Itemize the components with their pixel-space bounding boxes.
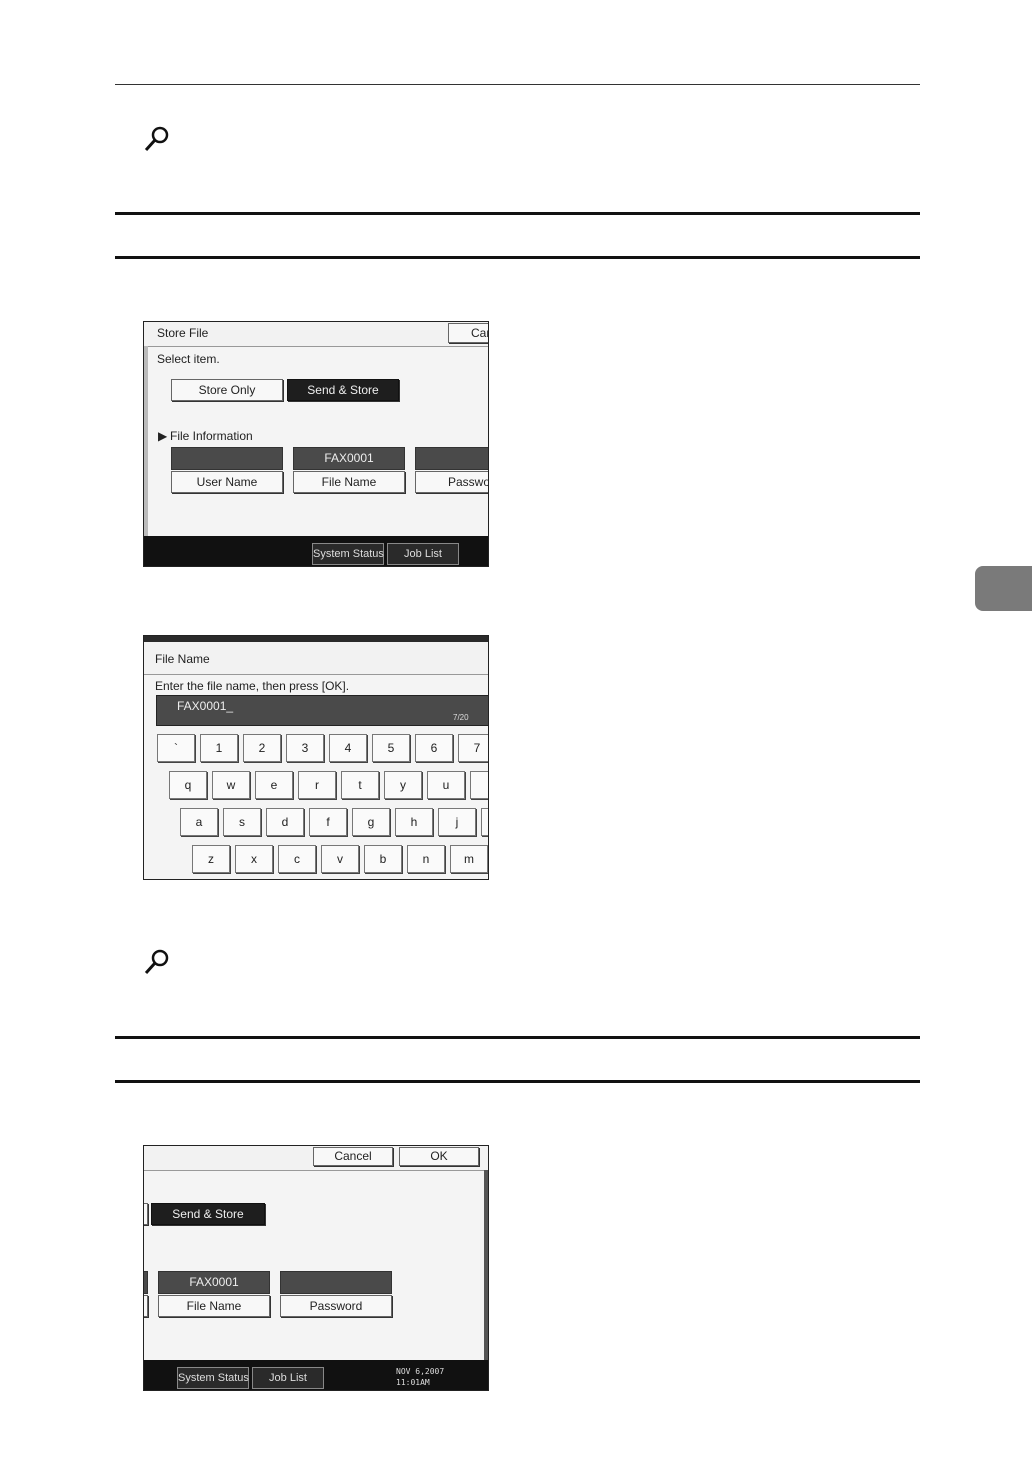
key-a[interactable]: a — [180, 808, 218, 836]
send-store-button[interactable]: Send & Store — [287, 379, 399, 401]
key-6[interactable]: 6 — [415, 734, 453, 762]
section-rule-top — [115, 212, 920, 215]
key-g[interactable]: g — [352, 808, 390, 836]
key-f[interactable]: f — [309, 808, 347, 836]
send-store-button[interactable]: Send & Store — [151, 1203, 265, 1225]
key-z[interactable]: z — [192, 845, 230, 873]
key-v[interactable]: v — [321, 845, 359, 873]
cancel-button[interactable]: Cancel — [313, 1147, 393, 1166]
key-b[interactable]: b — [364, 845, 402, 873]
section-rule-top — [115, 1036, 920, 1039]
enter-file-name-prompt: Enter the file name, then press [OK]. — [155, 679, 350, 693]
section-rule-bottom — [115, 1080, 920, 1083]
key-n[interactable]: n — [407, 845, 445, 873]
store-only-button-edge[interactable] — [144, 1203, 148, 1225]
file-info-marker: ▶ — [158, 429, 168, 443]
file-name-button[interactable]: File Name — [158, 1295, 270, 1317]
key-h[interactable]: h — [395, 808, 433, 836]
key-partial[interactable] — [470, 771, 488, 799]
file-name-keyboard-screenshot: File Name Enter the file name, then pres… — [143, 635, 489, 880]
key-partial[interactable] — [481, 808, 488, 836]
key-w[interactable]: w — [212, 771, 250, 799]
key-e[interactable]: e — [255, 771, 293, 799]
key-3[interactable]: 3 — [286, 734, 324, 762]
user-name-button-edge[interactable] — [144, 1295, 148, 1317]
panel-frame-right — [484, 1170, 488, 1360]
key-j[interactable]: j — [438, 808, 476, 836]
screen-title: Store File — [157, 326, 209, 340]
job-list-button[interactable]: Job List — [387, 543, 459, 565]
date-text: NOV 6,2007 — [396, 1367, 445, 1376]
date-time-display: NOV 6,2007 11:01AM — [396, 1366, 444, 1388]
key-5[interactable]: 5 — [372, 734, 410, 762]
store-file-screenshot: Store File Can Select item. Store Only S… — [143, 321, 489, 567]
key-x[interactable]: x — [235, 845, 273, 873]
key-c[interactable]: c — [278, 845, 316, 873]
system-status-button[interactable]: System Status — [312, 543, 384, 565]
key-m[interactable]: m — [450, 845, 488, 873]
key-7[interactable]: 7 — [458, 734, 488, 762]
magnifier-icon — [144, 949, 169, 975]
file-name-field[interactable]: FAX0001 — [293, 447, 405, 470]
chapter-tab — [975, 566, 1032, 611]
ok-button[interactable]: OK — [399, 1147, 479, 1166]
cancel-button[interactable]: Can — [448, 323, 488, 343]
screen-title: File Name — [155, 652, 210, 666]
store-only-button[interactable]: Store Only — [171, 379, 283, 401]
key-4[interactable]: 4 — [329, 734, 367, 762]
key-y[interactable]: y — [384, 771, 422, 799]
user-name-field[interactable] — [171, 447, 283, 470]
input-value: FAX0001_ — [177, 699, 234, 713]
password-field[interactable] — [280, 1271, 392, 1294]
key-u[interactable]: u — [427, 771, 465, 799]
key-d[interactable]: d — [266, 808, 304, 836]
file-name-input[interactable]: FAX0001_ 7/20 — [156, 695, 488, 726]
select-item-prompt: Select item. — [157, 352, 220, 366]
key-s[interactable]: s — [223, 808, 261, 836]
header-rule — [115, 84, 920, 85]
system-status-button[interactable]: System Status — [177, 1367, 249, 1389]
user-name-button[interactable]: User Name — [171, 471, 283, 493]
file-name-field[interactable]: FAX0001 — [158, 1271, 270, 1294]
title-bar: Store File — [144, 322, 488, 347]
magnifier-icon — [144, 126, 169, 152]
password-button[interactable]: Passwor — [415, 471, 488, 493]
time-text: 11:01AM — [396, 1378, 430, 1387]
password-button[interactable]: Password — [280, 1295, 392, 1317]
char-counter: 7/20 — [453, 713, 469, 722]
user-name-field-edge[interactable] — [144, 1271, 148, 1294]
panel-frame-left — [144, 346, 148, 536]
title-bar: File Name — [144, 642, 488, 675]
file-name-button[interactable]: File Name — [293, 471, 405, 493]
file-information-label: File Information — [170, 429, 253, 443]
store-file-result-screenshot: Cancel OK Send & Store FAX0001 File Name… — [143, 1145, 489, 1391]
key-r[interactable]: r — [298, 771, 336, 799]
key-backtick[interactable]: ` — [157, 734, 195, 762]
key-q[interactable]: q — [169, 771, 207, 799]
key-2[interactable]: 2 — [243, 734, 281, 762]
key-t[interactable]: t — [341, 771, 379, 799]
section-rule-bottom — [115, 256, 920, 259]
password-field[interactable] — [415, 447, 488, 470]
job-list-button[interactable]: Job List — [252, 1367, 324, 1389]
key-1[interactable]: 1 — [200, 734, 238, 762]
